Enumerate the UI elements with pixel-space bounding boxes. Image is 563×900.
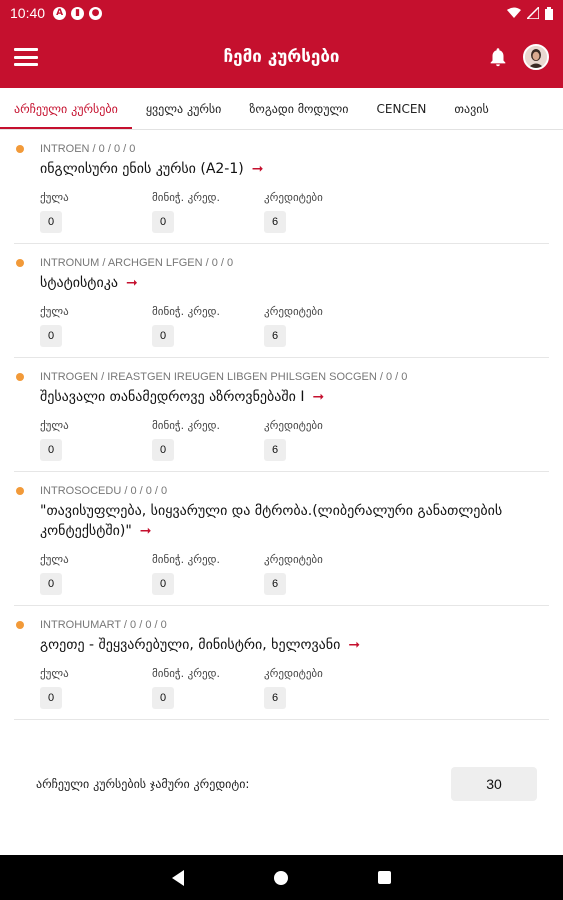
score-label: ქულა (40, 305, 69, 318)
credits-value: 6 (264, 325, 286, 347)
min-credit-value: 0 (152, 687, 174, 709)
score-label: ქულა (40, 419, 69, 432)
course-title: სტატისტიკა (40, 275, 118, 291)
course-card: INTROEN / 0 / 0 / 0 ინგლისური ენის კურსი… (14, 130, 549, 244)
arrow-right-icon[interactable]: ➞ (126, 275, 138, 291)
avatar[interactable] (523, 44, 549, 70)
course-title: შესავალი თანამედროვე აზროვნებაში I (40, 389, 305, 405)
page-title: ჩემი კურსები (223, 47, 340, 67)
course-code: INTROHUMART / 0 / 0 / 0 (40, 619, 167, 631)
tab-all-courses[interactable]: ყველა კურსი (132, 88, 236, 129)
min-credit-label: მინიჭ. კრედ. (152, 305, 221, 318)
tab-general-module[interactable]: ზოგადი მოდული (235, 88, 362, 129)
course-name: გოეთე - შეყვარებული, მინისტრი, ხელოვანი ➞ (40, 635, 549, 655)
arrow-right-icon[interactable]: ➞ (348, 637, 360, 653)
total-credits-row: არჩეული კურსების ჯამური კრედიტი: 30 (0, 766, 563, 802)
arrow-right-icon[interactable]: ➞ (140, 523, 152, 539)
system-icons (507, 6, 553, 20)
min-credit-value: 0 (152, 325, 174, 347)
notification-icon-a: A (53, 6, 67, 20)
course-code: INTROGEN / IREASTGEN IREUGEN LIBGEN PHIL… (40, 371, 408, 383)
tab-more[interactable]: თავის (440, 88, 502, 129)
course-card: INTROSOCEDU / 0 / 0 / 0 "თავისუფლება, სი… (14, 472, 549, 606)
credits-value: 6 (264, 573, 286, 595)
min-credit-value: 0 (152, 573, 174, 595)
credits-label: კრედიტები (264, 305, 323, 318)
back-icon (172, 869, 184, 886)
min-credit-label: მინიჭ. კრედ. (152, 667, 221, 680)
status-dot (16, 145, 24, 153)
course-tabs: არჩეული კურსები ყველა კურსი ზოგადი მოდულ… (0, 88, 563, 130)
total-credits-label: არჩეული კურსების ჯამური კრედიტი: (36, 777, 250, 791)
course-code: INTROSOCEDU / 0 / 0 / 0 (40, 485, 168, 497)
tab-selected-courses[interactable]: არჩეული კურსები (0, 88, 132, 129)
status-dot (16, 487, 24, 495)
course-name: სტატისტიკა ➞ (40, 273, 549, 293)
course-stats: ქულა 0 მინიჭ. კრედ. 0 კრედიტები 6 (40, 667, 549, 709)
course-name: ინგლისური ენის კურსი (A2-1) ➞ (40, 159, 549, 179)
course-list: INTROEN / 0 / 0 / 0 ინგლისური ენის კურსი… (0, 130, 563, 720)
user-avatar-icon (525, 46, 547, 68)
score-value: 0 (40, 687, 62, 709)
course-card: INTROGEN / IREASTGEN IREUGEN LIBGEN PHIL… (14, 358, 549, 472)
min-credit-value: 0 (152, 211, 174, 233)
home-button[interactable] (274, 870, 288, 885)
course-title: "თავისუფლება, სიყვარული და მტრობა.(ლიბერ… (40, 503, 503, 539)
course-card: INTRONUM / ARCHGEN LFGEN / 0 / 0 სტატისტ… (14, 244, 549, 358)
credits-value: 6 (264, 439, 286, 461)
course-stats: ქულა 0 მინიჭ. კრედ. 0 კრედიტები 6 (40, 305, 549, 347)
app-bar: ჩემი კურსები (0, 26, 563, 88)
status-dot (16, 621, 24, 629)
arrow-right-icon[interactable]: ➞ (252, 161, 264, 177)
notification-icon-storage: ▮ (71, 6, 85, 20)
min-credit-label: მინიჭ. კრედ. (152, 553, 221, 566)
status-time: 10:40 (10, 5, 46, 21)
course-code: INTROEN / 0 / 0 / 0 (40, 143, 136, 155)
notification-icon-sync: ● (89, 6, 103, 20)
min-credit-value: 0 (152, 439, 174, 461)
course-stats: ქულა 0 მინიჭ. კრედ. 0 კრედიტები 6 (40, 419, 549, 461)
hamburger-menu-icon[interactable] (14, 48, 38, 66)
min-credit-label: მინიჭ. კრედ. (152, 419, 221, 432)
credits-label: კრედიტები (264, 191, 323, 204)
score-label: ქულა (40, 553, 69, 566)
score-value: 0 (40, 439, 62, 461)
tab-cencen[interactable]: CENCEN (363, 88, 441, 129)
battery-icon (545, 6, 553, 20)
status-dot (16, 373, 24, 381)
signal-icon (527, 7, 539, 19)
home-icon (274, 870, 288, 885)
course-code: INTRONUM / ARCHGEN LFGEN / 0 / 0 (40, 257, 234, 269)
arrow-right-icon[interactable]: ➞ (312, 389, 324, 405)
score-value: 0 (40, 211, 62, 233)
status-bar: 10:40 A ▮ ● (0, 0, 563, 26)
course-stats: ქულა 0 მინიჭ. კრედ. 0 კრედიტები 6 (40, 553, 549, 595)
course-card: INTROHUMART / 0 / 0 / 0 გოეთე - შეყვარებ… (14, 606, 549, 720)
notification-icons: A ▮ ● (53, 6, 103, 20)
recents-button[interactable] (378, 871, 391, 884)
score-label: ქულა (40, 191, 69, 204)
credits-value: 6 (264, 211, 286, 233)
credits-label: კრედიტები (264, 419, 323, 432)
course-title: გოეთე - შეყვარებული, მინისტრი, ხელოვანი (40, 637, 341, 653)
recents-icon (378, 871, 391, 884)
system-nav-bar (0, 855, 563, 900)
total-credits-value: 30 (451, 767, 537, 801)
credits-label: კრედიტები (264, 553, 323, 566)
course-name: შესავალი თანამედროვე აზროვნებაში I ➞ (40, 387, 549, 407)
course-title: ინგლისური ენის კურსი (A2-1) (40, 161, 244, 177)
wifi-icon (507, 7, 521, 18)
course-stats: ქულა 0 მინიჭ. კრედ. 0 კრედიტები 6 (40, 191, 549, 233)
back-button[interactable] (172, 869, 184, 886)
status-dot (16, 259, 24, 267)
score-value: 0 (40, 573, 62, 595)
course-name: "თავისუფლება, სიყვარული და მტრობა.(ლიბერ… (40, 501, 549, 541)
score-label: ქულა (40, 667, 69, 680)
score-value: 0 (40, 325, 62, 347)
credits-label: კრედიტები (264, 667, 323, 680)
bell-icon[interactable] (487, 46, 509, 68)
credits-value: 6 (264, 687, 286, 709)
min-credit-label: მინიჭ. კრედ. (152, 191, 221, 204)
